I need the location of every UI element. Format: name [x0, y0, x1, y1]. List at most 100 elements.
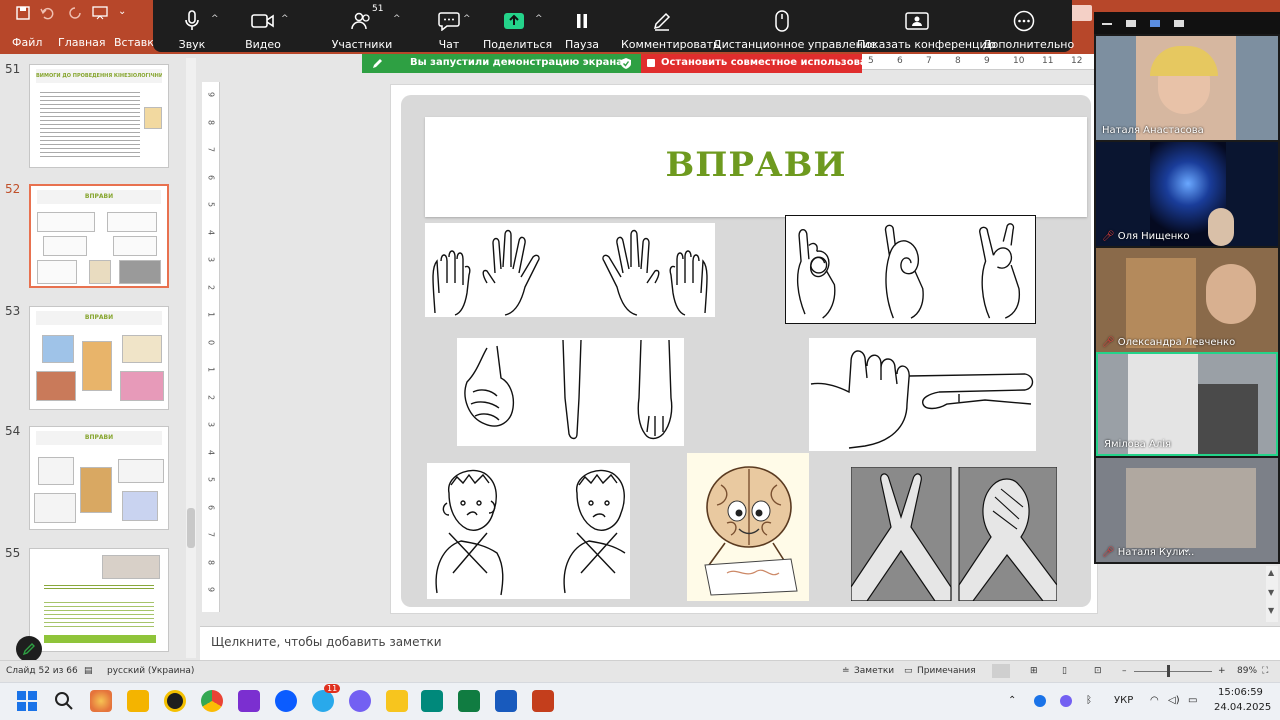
- clock-date[interactable]: 24.04.2025: [1214, 702, 1271, 713]
- participant-tile[interactable]: 🎤︎ Олександра Левченко: [1096, 248, 1278, 352]
- stop-share-button[interactable]: Остановить совместное использование: [641, 54, 887, 73]
- thumbnail-scrollbar[interactable]: [186, 58, 196, 658]
- word-icon[interactable]: [495, 690, 517, 712]
- slide-thumbnail-55[interactable]: [29, 548, 169, 652]
- thumbnail-scrollbar-thumb[interactable]: [187, 508, 195, 548]
- comments-label[interactable]: Примечания: [917, 666, 976, 676]
- meet-icon[interactable]: [421, 690, 443, 712]
- chevron-down-icon[interactable]: ⌄: [1182, 542, 1191, 555]
- tab-home[interactable]: Главная: [58, 36, 106, 49]
- pen-icon[interactable]: [372, 58, 383, 69]
- minimize-icon[interactable]: [1102, 23, 1112, 25]
- gallery-view-icon[interactable]: [1174, 20, 1184, 27]
- hand-pointing-image[interactable]: [809, 338, 1036, 451]
- file-explorer-icon[interactable]: [127, 690, 149, 712]
- chevron-down-icon[interactable]: ^: [463, 14, 471, 24]
- clock-time[interactable]: 15:06:59: [1218, 687, 1263, 698]
- chrome-icon[interactable]: [201, 690, 223, 712]
- hands-spread-fingers-image[interactable]: [425, 223, 715, 317]
- slide-sorter-icon[interactable]: ⊞: [1030, 666, 1038, 676]
- zoom-icon[interactable]: [275, 690, 297, 712]
- chat-button[interactable]: ^ Чат: [421, 0, 477, 52]
- media-player-icon[interactable]: [238, 690, 260, 712]
- keyboard-language[interactable]: УКР: [1114, 695, 1133, 706]
- chevron-down-icon[interactable]: ⌄: [118, 6, 126, 17]
- participants-button[interactable]: 51 ^ Участники: [317, 0, 407, 52]
- redo-icon[interactable]: [68, 6, 82, 24]
- undo-icon[interactable]: [40, 6, 54, 24]
- chevron-down-icon[interactable]: ^: [281, 14, 289, 24]
- notes-toggle-icon[interactable]: ≐: [842, 666, 850, 676]
- zoom-level[interactable]: 89%: [1237, 666, 1257, 676]
- zoom-slider-thumb[interactable]: [1167, 665, 1170, 677]
- thumbnail-title: ВПРАВИ: [36, 311, 162, 325]
- zoom-slider[interactable]: [1134, 671, 1212, 672]
- chevron-down-icon[interactable]: ▼: [1268, 588, 1274, 597]
- notes-pane[interactable]: Щелкните, чтобы добавить заметки: [200, 626, 1280, 660]
- slide-thumbnail-51[interactable]: ВИМОГИ ДО ПРОВЕДЕННЯ КІНЕЗІОЛОГІЧНИХ ВПР…: [29, 64, 169, 168]
- language-indicator[interactable]: русский (Украина): [107, 666, 194, 676]
- participant-tile[interactable]: 🎤︎ Оля Нищенко: [1096, 142, 1278, 246]
- paint-icon[interactable]: [90, 690, 112, 712]
- telegram-icon[interactable]: 11: [312, 684, 341, 712]
- fist-edge-palm-image[interactable]: [457, 338, 684, 446]
- more-button[interactable]: Дополнительно: [983, 0, 1074, 52]
- layout-icon[interactable]: [1126, 20, 1136, 27]
- viber-tray-icon[interactable]: [1060, 695, 1072, 707]
- annotate-floating-button[interactable]: [16, 636, 42, 662]
- tray-app-icon[interactable]: [1034, 695, 1046, 707]
- zoom-out-icon[interactable]: –: [1122, 666, 1127, 676]
- boy-ear-nose-image[interactable]: [427, 463, 630, 599]
- chevron-up-icon[interactable]: ▲: [1268, 568, 1274, 577]
- slide-thumbnail-53[interactable]: ВПРАВИ: [29, 306, 169, 410]
- chevron-down-icon[interactable]: ^: [535, 14, 543, 24]
- crossed-arms-image[interactable]: [850, 466, 1058, 602]
- brain-character-image[interactable]: [687, 453, 809, 601]
- participant-tile[interactable]: Ямілова Алія: [1096, 352, 1278, 456]
- audio-button[interactable]: ^ Звук: [167, 0, 219, 52]
- tab-file[interactable]: Файл: [12, 36, 42, 49]
- start-icon[interactable]: [16, 690, 38, 712]
- pdf-icon[interactable]: [386, 690, 408, 712]
- viber-icon[interactable]: [349, 690, 371, 712]
- fit-to-window-icon[interactable]: ⛶: [1262, 666, 1268, 676]
- excel-icon[interactable]: [458, 690, 480, 712]
- slideshow-view-icon[interactable]: ⊡: [1094, 666, 1102, 676]
- editor-scrollbar[interactable]: ▲ ▼ ▼: [1266, 566, 1278, 622]
- chevron-down-icon[interactable]: ^: [393, 14, 401, 24]
- participant-tile[interactable]: Наталя Анастасова: [1096, 36, 1278, 140]
- zoom-in-icon[interactable]: +: [1218, 666, 1226, 676]
- show-meeting-button[interactable]: Показать конференцию: [857, 0, 996, 52]
- finger-ring-gesture-image[interactable]: [785, 215, 1036, 324]
- chevron-down-icon[interactable]: ▼: [1268, 606, 1274, 615]
- video-button[interactable]: ^ Видео: [235, 0, 291, 52]
- normal-view-icon[interactable]: [992, 664, 1010, 678]
- chevron-down-icon[interactable]: ^: [211, 14, 219, 24]
- video-frame: [1126, 468, 1256, 548]
- participant-tile[interactable]: 🎤︎ Наталя Кули... ⌄: [1096, 458, 1278, 562]
- slide-canvas[interactable]: ВПРАВИ: [390, 84, 1098, 614]
- chevron-up-icon[interactable]: ⌃: [1008, 695, 1016, 706]
- powerpoint-icon[interactable]: [532, 690, 554, 712]
- speaker-view-icon[interactable]: [1150, 20, 1160, 27]
- annotate-button[interactable]: Комментировать: [621, 0, 719, 52]
- battery-icon[interactable]: ▭: [1188, 695, 1197, 706]
- reading-view-icon[interactable]: ▯: [1062, 666, 1067, 676]
- slideshow-icon[interactable]: [92, 6, 108, 24]
- slide-thumbnail-52[interactable]: ВПРАВИ: [29, 184, 169, 288]
- slide-thumbnail-54[interactable]: ВПРАВИ: [29, 426, 169, 530]
- kinemaster-icon[interactable]: [164, 690, 186, 712]
- comments-icon[interactable]: ▭: [904, 666, 913, 676]
- share-screen-button[interactable]: ^ Поделиться: [483, 0, 552, 52]
- volume-icon[interactable]: ◁): [1168, 695, 1180, 706]
- ruler-mark: 6: [206, 174, 216, 180]
- spellcheck-icon[interactable]: ▤: [84, 666, 93, 676]
- slide-title-box[interactable]: ВПРАВИ: [425, 117, 1087, 217]
- wifi-icon[interactable]: ◠: [1150, 695, 1159, 706]
- save-icon[interactable]: [16, 6, 30, 24]
- bluetooth-icon[interactable]: ᛒ: [1086, 695, 1092, 706]
- pause-button[interactable]: Пауза: [557, 0, 607, 52]
- remote-control-button[interactable]: Дистанционное управление: [713, 0, 877, 52]
- search-icon[interactable]: [53, 690, 75, 712]
- notes-toggle-label[interactable]: Заметки: [854, 666, 894, 676]
